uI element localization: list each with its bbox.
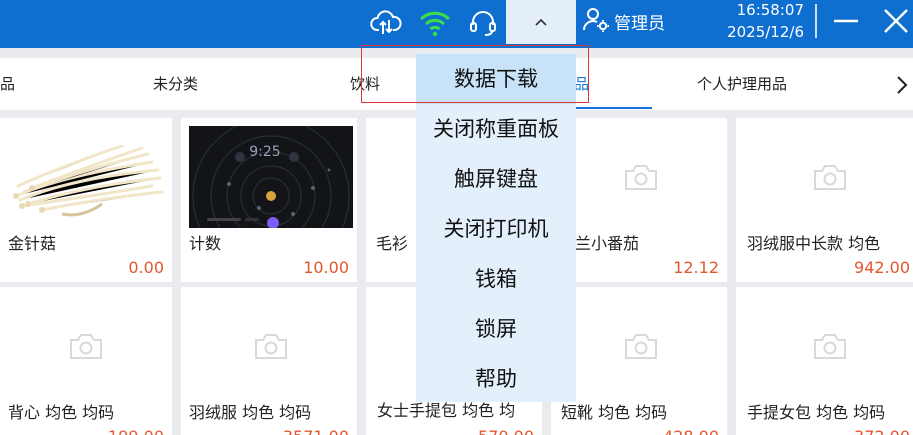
product-price: 10.00 — [303, 258, 349, 277]
camera-placeholder-icon — [812, 162, 848, 196]
user-menu[interactable]: 管理员 — [582, 6, 665, 36]
dropdown-menu: 数据下载 关闭称重面板 触屏键盘 关闭打印机 钱箱 锁屏 帮助 — [416, 52, 576, 402]
product-name: 计数 — [189, 234, 222, 253]
product-card[interactable]: 9:25 计数 10.00 — [181, 118, 357, 282]
product-price: 199.00 — [108, 427, 164, 435]
product-card[interactable]: 金针菇 0.00 — [0, 118, 172, 282]
clock-time: 16:58:07 — [736, 1, 804, 19]
product-photo — [2, 126, 166, 230]
product-card[interactable]: 背心 均色 均码 199.00 — [0, 287, 172, 435]
tab-uncategorized[interactable]: 未分类 — [153, 58, 198, 110]
divider — [815, 4, 817, 38]
product-price: 0.00 — [128, 258, 164, 277]
product-card[interactable]: 短靴 均色 均码 428.00 — [551, 287, 727, 435]
product-price: 942.00 — [854, 258, 910, 277]
minimize-icon[interactable] — [829, 4, 863, 38]
cloud-sync-icon[interactable] — [370, 7, 402, 39]
tab-personal-care[interactable]: 个人护理用品 — [697, 58, 787, 110]
product-price: 12.12 — [673, 258, 719, 277]
menu-item-close-printer[interactable]: 关闭打印机 — [416, 204, 576, 254]
product-name: 羽绒服 均色 均码 — [189, 403, 312, 422]
product-name: 金针菇 — [8, 234, 57, 253]
camera-placeholder-icon — [68, 331, 104, 365]
clock: 16:58:07 2025/12/6 — [712, 0, 804, 42]
product-card[interactable]: 荷兰小番茄 12.12 — [551, 118, 727, 282]
product-price: 428.00 — [663, 427, 719, 435]
menu-item-data-download[interactable]: 数据下载 — [416, 54, 576, 104]
product-card[interactable]: 羽绒服中长款 均色 942.00 — [736, 118, 913, 282]
product-name: 背心 均色 均码 — [8, 403, 115, 422]
tab-drinks[interactable]: 饮料 — [350, 58, 380, 110]
tab-category[interactable]: 品 — [0, 58, 15, 110]
chevron-right-icon[interactable] — [893, 72, 911, 98]
product-price: 3571.00 — [283, 427, 349, 435]
menu-item-close-scale-panel[interactable]: 关闭称重面板 — [416, 104, 576, 154]
menu-item-help[interactable]: 帮助 — [416, 354, 576, 404]
menu-item-touch-keyboard[interactable]: 触屏键盘 — [416, 154, 576, 204]
user-gear-icon — [582, 5, 610, 38]
user-label: 管理员 — [614, 13, 665, 34]
clock-date: 2025/12/6 — [727, 23, 804, 41]
product-name: 短靴 均色 均码 — [561, 403, 668, 422]
menu-item-cash-drawer[interactable]: 钱箱 — [416, 254, 576, 304]
chevron-up-icon[interactable] — [506, 0, 576, 44]
close-icon[interactable] — [878, 4, 912, 38]
menu-item-lock-screen[interactable]: 锁屏 — [416, 304, 576, 354]
tab-active[interactable]: 品 — [574, 58, 589, 110]
product-card[interactable]: 手提女包 均色 均码 372.00 — [736, 287, 913, 435]
headset-icon[interactable] — [467, 7, 499, 39]
product-name: 毛衫 — [376, 234, 409, 253]
product-photo: 9:25 — [189, 126, 353, 228]
camera-placeholder-icon — [623, 162, 659, 196]
phone-preview-clock: 9:25 — [249, 144, 280, 160]
product-name: 羽绒服中长款 均色 — [747, 234, 881, 253]
camera-placeholder-icon — [253, 331, 289, 365]
camera-placeholder-icon — [812, 331, 848, 365]
product-name: 女士手提包 均色 均 — [377, 401, 516, 420]
product-price: 570.00 — [478, 427, 534, 435]
top-bar: 管理员 16:58:07 2025/12/6 — [0, 0, 913, 48]
camera-placeholder-icon — [623, 331, 659, 365]
wifi-icon[interactable] — [419, 7, 451, 39]
product-name: 手提女包 均色 均码 — [747, 403, 886, 422]
product-card[interactable]: 羽绒服 均色 均码 3571.00 — [181, 287, 357, 435]
product-price: 372.00 — [854, 427, 910, 435]
